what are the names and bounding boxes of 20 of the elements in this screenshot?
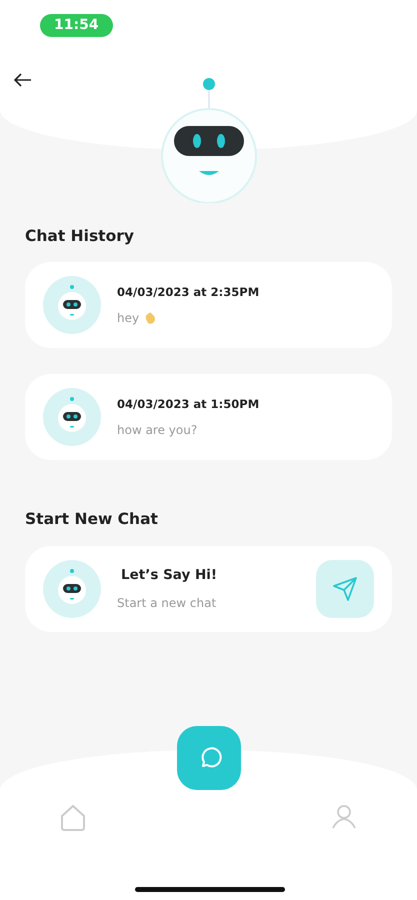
chat-history-card[interactable]: 04/03/2023 at 2:35PM hey (25, 262, 392, 348)
new-chat-title: Let’s Say Hi! (121, 566, 218, 586)
waving-hand-icon (143, 310, 158, 325)
profile-tab[interactable] (332, 804, 356, 830)
chat-history-card[interactable]: 04/03/2023 at 1:50PM how are you? (25, 374, 392, 460)
chat-message: hey (117, 310, 140, 327)
robot-avatar (43, 388, 101, 446)
status-time: 11:54 (40, 14, 113, 37)
robot-avatar (43, 560, 101, 618)
robot-avatar (43, 276, 101, 334)
section-title: Start New Chat (25, 509, 159, 530)
send-icon[interactable] (331, 574, 359, 602)
chat-date: 04/03/2023 at 1:50PM (117, 396, 260, 413)
new-chat-subtitle: Start a new chat (117, 594, 218, 612)
chat-button[interactable] (177, 726, 241, 790)
home-tab[interactable] (60, 804, 86, 832)
chat-date: 04/03/2023 at 2:35PM (117, 284, 260, 301)
section-title: Chat History (25, 226, 135, 247)
send-button[interactable] (316, 560, 374, 618)
chat-message: how are you? (117, 422, 198, 439)
